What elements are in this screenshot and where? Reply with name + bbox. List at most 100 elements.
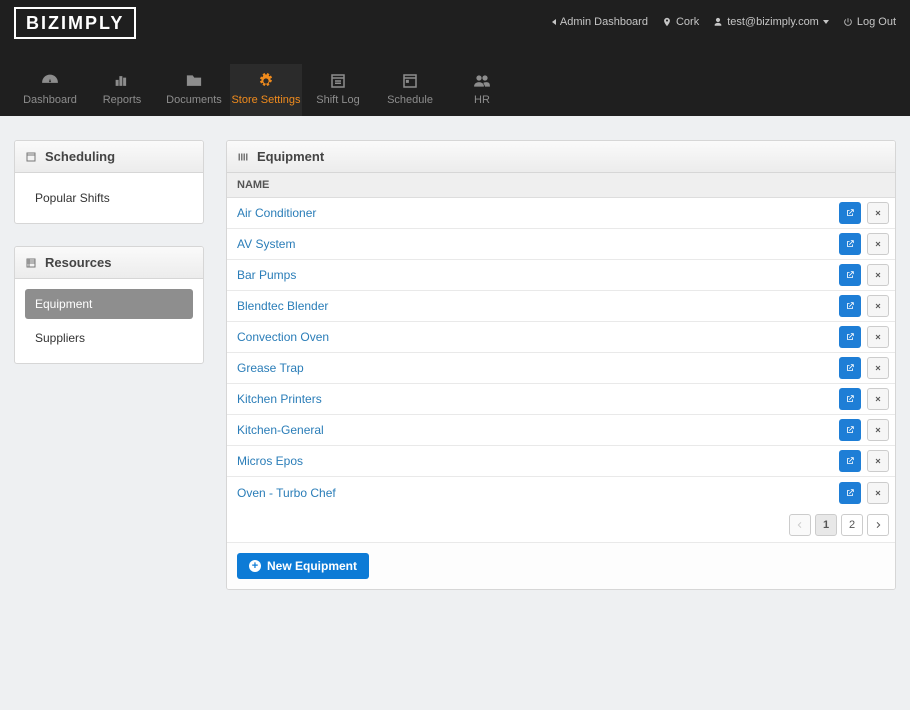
delete-button[interactable] xyxy=(867,233,889,255)
app-header: BIZIMPLY Admin Dashboard Cork test@bizim… xyxy=(0,0,910,116)
pager-page-2[interactable]: 2 xyxy=(841,514,863,536)
delete-button[interactable] xyxy=(867,295,889,317)
nav-label: Store Settings xyxy=(231,94,300,106)
topbar: BIZIMPLY Admin Dashboard Cork test@bizim… xyxy=(0,0,910,44)
table-row: Micros Epos xyxy=(227,446,895,477)
equipment-title: Equipment xyxy=(257,149,324,164)
equipment-link[interactable]: Convection Oven xyxy=(237,330,329,344)
nav-label: Dashboard xyxy=(23,94,77,106)
new-equipment-label: New Equipment xyxy=(267,559,357,573)
pin-icon xyxy=(662,17,672,27)
table-row: Blendtec Blender xyxy=(227,291,895,322)
external-link-icon xyxy=(845,332,855,342)
equipment-link[interactable]: Grease Trap xyxy=(237,361,304,375)
table-row: Kitchen-General xyxy=(227,415,895,446)
sidebar-item-equipment[interactable]: Equipment xyxy=(25,289,193,319)
user-label: test@bizimply.com xyxy=(727,16,819,28)
edit-button[interactable] xyxy=(839,233,861,255)
pager-prev xyxy=(789,514,811,536)
nav-item-shift-log[interactable]: Shift Log xyxy=(302,64,374,116)
content: Scheduling Popular Shifts Resources Equipme… xyxy=(0,116,910,614)
plus-circle-icon: + xyxy=(249,560,261,572)
equipment-link[interactable]: Bar Pumps xyxy=(237,268,296,282)
admin-dashboard-label: Admin Dashboard xyxy=(560,16,648,28)
location-link[interactable]: Cork xyxy=(662,16,699,28)
sidebar-section-body: Equipment Suppliers xyxy=(15,279,203,363)
delete-button[interactable] xyxy=(867,419,889,441)
delete-button[interactable] xyxy=(867,202,889,224)
cogs-icon xyxy=(255,72,277,90)
external-link-icon xyxy=(845,208,855,218)
power-icon xyxy=(843,17,853,27)
delete-button[interactable] xyxy=(867,450,889,472)
arrow-right-icon xyxy=(874,521,882,529)
edit-button[interactable] xyxy=(839,419,861,441)
user-icon xyxy=(713,17,723,27)
chart-icon xyxy=(111,72,133,90)
equipment-link[interactable]: Kitchen-General xyxy=(237,423,324,437)
arrow-left-icon xyxy=(796,521,804,529)
edit-button[interactable] xyxy=(839,450,861,472)
main-nav: Dashboard Reports Documents Store Settings S… xyxy=(0,44,910,116)
logout-link[interactable]: Log Out xyxy=(843,16,896,28)
table-row: AV System xyxy=(227,229,895,260)
external-link-icon xyxy=(845,363,855,373)
new-equipment-button[interactable]: + New Equipment xyxy=(237,553,369,579)
nav-label: Documents xyxy=(166,94,222,106)
sidebar-section-title: Scheduling xyxy=(45,149,115,164)
nav-item-hr[interactable]: HR xyxy=(446,64,518,116)
equipment-link[interactable]: Oven - Turbo Chef xyxy=(237,486,336,500)
sidebar-item-popular-shifts[interactable]: Popular Shifts xyxy=(25,183,193,213)
nav-label: Schedule xyxy=(387,94,433,106)
equipment-link[interactable]: Air Conditioner xyxy=(237,206,316,220)
close-icon xyxy=(874,209,882,217)
admin-dashboard-link[interactable]: Admin Dashboard xyxy=(552,16,648,28)
equipment-link[interactable]: Kitchen Printers xyxy=(237,392,322,406)
sidebar-item-suppliers[interactable]: Suppliers xyxy=(25,323,193,353)
edit-button[interactable] xyxy=(839,482,861,504)
external-link-icon xyxy=(845,394,855,404)
nav-label: Reports xyxy=(103,94,142,106)
external-link-icon xyxy=(845,425,855,435)
delete-button[interactable] xyxy=(867,326,889,348)
delete-button[interactable] xyxy=(867,388,889,410)
main-area: Equipment NAME Air ConditionerAV SystemB… xyxy=(226,140,896,590)
edit-button[interactable] xyxy=(839,202,861,224)
equipment-link[interactable]: Micros Epos xyxy=(237,454,303,468)
nav-item-reports[interactable]: Reports xyxy=(86,64,158,116)
table-row: Convection Oven xyxy=(227,322,895,353)
nav-item-store-settings[interactable]: Store Settings xyxy=(230,64,302,116)
equipment-link[interactable]: AV System xyxy=(237,237,295,251)
nav-item-schedule[interactable]: Schedule xyxy=(374,64,446,116)
close-icon xyxy=(874,489,882,497)
sidebar-section-scheduling: Scheduling Popular Shifts xyxy=(14,140,204,224)
panel-footer: + New Equipment xyxy=(227,543,895,589)
delete-button[interactable] xyxy=(867,357,889,379)
edit-button[interactable] xyxy=(839,326,861,348)
pager-page-1[interactable]: 1 xyxy=(815,514,837,536)
equipment-link[interactable]: Blendtec Blender xyxy=(237,299,328,313)
edit-button[interactable] xyxy=(839,264,861,286)
sidebar-section-title: Resources xyxy=(45,255,111,270)
edit-button[interactable] xyxy=(839,295,861,317)
nav-label: Shift Log xyxy=(316,94,359,106)
logo-text: BIZIMPLY xyxy=(26,13,124,33)
logo[interactable]: BIZIMPLY xyxy=(14,7,136,39)
list-icon xyxy=(237,151,249,163)
nav-item-dashboard[interactable]: Dashboard xyxy=(14,64,86,116)
chevron-down-icon xyxy=(823,20,829,24)
table-row: Air Conditioner xyxy=(227,198,895,229)
delete-button[interactable] xyxy=(867,482,889,504)
user-link[interactable]: test@bizimply.com xyxy=(713,16,829,28)
people-icon xyxy=(471,72,493,90)
pager-next[interactable] xyxy=(867,514,889,536)
location-label: Cork xyxy=(676,16,699,28)
gauge-icon xyxy=(39,72,61,90)
delete-button[interactable] xyxy=(867,264,889,286)
logout-label: Log Out xyxy=(857,16,896,28)
calendar-icon xyxy=(25,151,37,163)
close-icon xyxy=(874,364,882,372)
edit-button[interactable] xyxy=(839,388,861,410)
nav-item-documents[interactable]: Documents xyxy=(158,64,230,116)
edit-button[interactable] xyxy=(839,357,861,379)
